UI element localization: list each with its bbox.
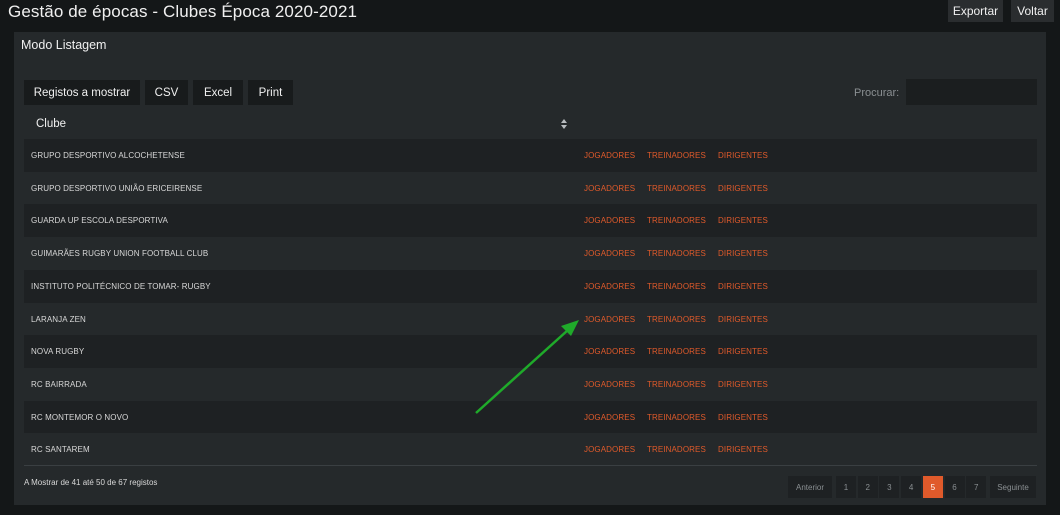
- back-button[interactable]: Voltar: [1011, 0, 1054, 22]
- pagination-page-4[interactable]: 4: [901, 476, 922, 498]
- table-header: Clube: [24, 112, 1037, 138]
- dirigentes-link[interactable]: DIRIGENTES: [718, 151, 768, 160]
- club-name: GUIMARÃES RUGBY UNION FOOTBALL CLUB: [31, 249, 209, 259]
- table-row: GRUPO DESPORTIVO UNIÃO ERICEIRENSE JOGADO…: [24, 171, 1037, 205]
- jogadores-link[interactable]: JOGADORES: [584, 151, 635, 160]
- club-name: RC MONTEMOR O NOVO: [31, 412, 129, 422]
- dirigentes-link[interactable]: DIRIGENTES: [718, 380, 768, 389]
- table-row: INSTITUTO POLITÉCNICO DE TOMAR- RUGBY JOG…: [24, 269, 1037, 303]
- dirigentes-link[interactable]: DIRIGENTES: [718, 282, 768, 291]
- print-button[interactable]: Print: [248, 80, 293, 105]
- club-name: RC SANTAREM: [31, 445, 90, 455]
- top-bar: Gestão de épocas - Clubes Época 2020-202…: [0, 0, 1060, 26]
- treinadores-link[interactable]: TREINADORES: [647, 184, 706, 193]
- dirigentes-link[interactable]: DIRIGENTES: [718, 184, 768, 193]
- treinadores-link[interactable]: TREINADORES: [647, 347, 706, 356]
- table-divider: [24, 465, 1037, 466]
- treinadores-link[interactable]: TREINADORES: [647, 413, 706, 422]
- treinadores-link[interactable]: TREINADORES: [647, 380, 706, 389]
- jogadores-link[interactable]: JOGADORES: [584, 445, 635, 454]
- treinadores-link[interactable]: TREINADORES: [647, 249, 706, 258]
- export-button[interactable]: Exportar: [948, 0, 1003, 22]
- pagination-page-5[interactable]: 5: [922, 476, 943, 498]
- pagination-page-1[interactable]: 1: [836, 476, 856, 498]
- jogadores-link[interactable]: JOGADORES: [584, 184, 635, 193]
- pagination-page-3[interactable]: 3: [879, 476, 900, 498]
- table-info: A Mostrar de 41 até 50 de 67 registos: [24, 478, 158, 487]
- treinadores-link[interactable]: TREINADORES: [647, 282, 706, 291]
- jogadores-link[interactable]: JOGADORES: [584, 249, 635, 258]
- pagination-next-button[interactable]: Seguinte: [990, 476, 1036, 498]
- pagination-page-2[interactable]: 2: [857, 476, 878, 498]
- treinadores-link[interactable]: TREINADORES: [647, 315, 706, 324]
- dirigentes-link[interactable]: DIRIGENTES: [718, 413, 768, 422]
- jogadores-link[interactable]: JOGADORES: [584, 347, 635, 356]
- treinadores-link[interactable]: TREINADORES: [647, 151, 706, 160]
- column-header-clube[interactable]: Clube: [36, 118, 66, 130]
- club-name: NOVA RUGBY: [31, 347, 85, 357]
- pagination-page-6[interactable]: 6: [944, 476, 965, 498]
- club-name: RC BAIRRADA: [31, 379, 87, 389]
- jogadores-link[interactable]: JOGADORES: [584, 216, 635, 225]
- club-name: INSTITUTO POLITÉCNICO DE TOMAR- RUGBY: [31, 281, 211, 291]
- club-name: LARANJA ZEN: [31, 314, 86, 324]
- table-row: RC BAIRRADA JOGADORES TREINADORES DIRIGENTE…: [24, 367, 1037, 401]
- records-to-show-button[interactable]: Registos a mostrar: [24, 80, 140, 105]
- search-input[interactable]: [906, 79, 1037, 105]
- table-row: GUARDA UP ESCOLA DESPORTIVA JOGADORES TREI…: [24, 204, 1037, 238]
- jogadores-link[interactable]: JOGADORES: [584, 282, 635, 291]
- table-row: RC SANTAREM JOGADORES TREINADORES DIRIGENTE…: [24, 433, 1037, 467]
- jogadores-link[interactable]: JOGADORES: [584, 380, 635, 389]
- pagination-page-7[interactable]: 7: [966, 476, 987, 498]
- pagination-previous-button[interactable]: Anterior: [788, 476, 832, 498]
- dirigentes-link[interactable]: DIRIGENTES: [718, 347, 768, 356]
- table-row: RC MONTEMOR O NOVO JOGADORES TREINADORES DI…: [24, 400, 1037, 434]
- treinadores-link[interactable]: TREINADORES: [647, 216, 706, 225]
- sort-icon[interactable]: [560, 118, 568, 130]
- jogadores-link[interactable]: JOGADORES: [584, 413, 635, 422]
- treinadores-link[interactable]: TREINADORES: [647, 445, 706, 454]
- club-name: GRUPO DESPORTIVO ALCOCHETENSE: [31, 151, 185, 160]
- club-name: GUARDA UP ESCOLA DESPORTIVA: [31, 216, 168, 226]
- dirigentes-link[interactable]: DIRIGENTES: [718, 315, 768, 324]
- table-row: GRUPO DESPORTIVO ALCOCHETENSE JOGADORES TR…: [24, 139, 1037, 172]
- table-row: GUIMARÃES RUGBY UNION FOOTBALL CLUB JOGAD…: [24, 237, 1037, 271]
- club-name: GRUPO DESPORTIVO UNIÃO ERICEIRENSE: [31, 183, 203, 193]
- dirigentes-link[interactable]: DIRIGENTES: [718, 249, 768, 258]
- dirigentes-link[interactable]: DIRIGENTES: [718, 445, 768, 454]
- excel-button[interactable]: Excel: [193, 80, 243, 105]
- csv-button[interactable]: CSV: [145, 80, 188, 105]
- panel-title: Modo Listagem: [21, 38, 107, 52]
- table-row: LARANJA ZEN JOGADORES TREINADORES DIRIGENTE…: [24, 302, 1037, 336]
- page-title: Gestão de épocas - Clubes Época 2020-202…: [8, 2, 358, 21]
- jogadores-link[interactable]: JOGADORES: [584, 315, 635, 324]
- dirigentes-link[interactable]: DIRIGENTES: [718, 216, 768, 225]
- table-row: NOVA RUGBY JOGADORES TREINADORES DIRIGENTES: [24, 335, 1037, 369]
- search-label: Procurar:: [854, 87, 900, 99]
